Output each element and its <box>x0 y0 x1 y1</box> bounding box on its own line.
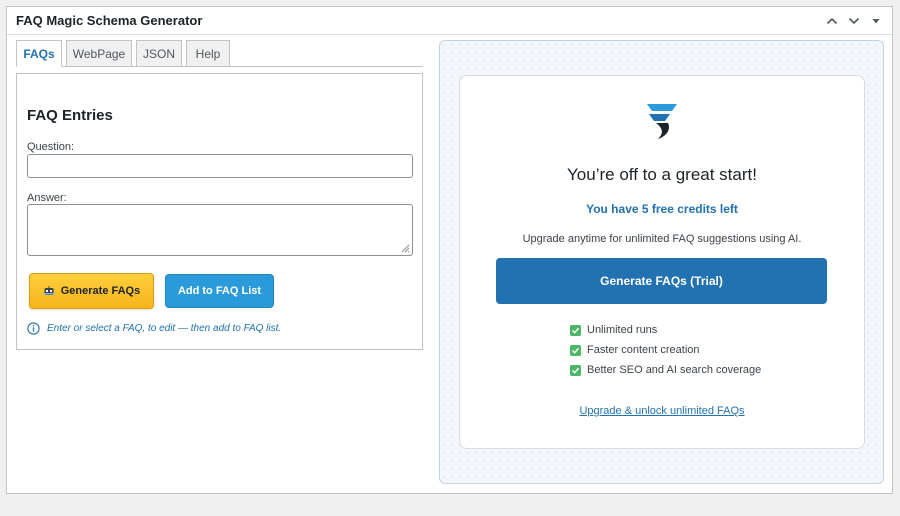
feature-item: Better SEO and AI search coverage <box>570 360 761 380</box>
faq-entries-heading: FAQ Entries <box>27 107 113 124</box>
metabox-header: FAQ Magic Schema Generator <box>7 7 892 35</box>
feature-list: Unlimited runs Faster content creation B… <box>570 320 761 380</box>
tab-help[interactable]: Help <box>186 40 230 67</box>
promo-heading: You’re off to a great start! <box>567 165 757 184</box>
feature-label: Faster content creation <box>587 344 700 356</box>
add-to-faq-list-button[interactable]: Add to FAQ List <box>165 274 274 308</box>
feature-item: Faster content creation <box>570 340 761 360</box>
promo-subtext: Upgrade anytime for unlimited FAQ sugges… <box>522 233 802 245</box>
info-icon <box>27 322 40 335</box>
hint-row: Enter or select a FAQ, to edit — then ad… <box>27 322 281 335</box>
question-label: Question: <box>27 141 75 153</box>
robot-icon <box>43 286 55 295</box>
tab-json[interactable]: JSON <box>136 40 182 67</box>
hint-text: Enter or select a FAQ, to edit — then ad… <box>47 323 282 334</box>
check-icon <box>570 364 581 376</box>
tab-bar: FAQs WebPage JSON Help <box>16 40 423 67</box>
chevron-down-icon[interactable] <box>844 11 864 31</box>
answer-label: Answer: <box>27 192 67 204</box>
feature-item: Unlimited runs <box>570 320 761 340</box>
generate-faqs-label: Generate FAQs <box>60 285 141 297</box>
generate-faqs-trial-button[interactable]: Generate FAQs (Trial) <box>496 258 827 304</box>
upgrade-promo-panel: You’re off to a great start! You have 5 … <box>439 40 884 484</box>
generate-faqs-button[interactable]: Generate FAQs <box>29 273 154 309</box>
check-icon <box>570 344 581 356</box>
caret-down-icon[interactable] <box>866 11 886 31</box>
tab-webpage[interactable]: WebPage <box>66 40 132 67</box>
metabox-title: FAQ Magic Schema Generator <box>16 13 203 28</box>
metabox-controls <box>822 11 886 31</box>
answer-textarea[interactable] <box>27 204 413 256</box>
tab-faqs[interactable]: FAQs <box>16 40 62 67</box>
check-icon <box>570 324 581 336</box>
credits-remaining: You have 5 free credits left <box>586 202 738 216</box>
resize-handle-icon[interactable] <box>401 244 410 253</box>
brand-logo-icon <box>647 104 677 139</box>
upgrade-link[interactable]: Upgrade & unlock unlimited FAQs <box>460 405 864 417</box>
question-input[interactable] <box>27 154 413 178</box>
feature-label: Unlimited runs <box>587 324 658 336</box>
chevron-up-icon[interactable] <box>822 11 842 31</box>
faq-entries-panel: FAQ Entries Question: Answer: Generate F… <box>16 73 423 350</box>
feature-label: Better SEO and AI search coverage <box>587 364 762 376</box>
faq-metabox: FAQ Magic Schema Generator FAQs WebPage … <box>6 6 893 494</box>
upgrade-promo-card: You’re off to a great start! You have 5 … <box>459 75 865 449</box>
